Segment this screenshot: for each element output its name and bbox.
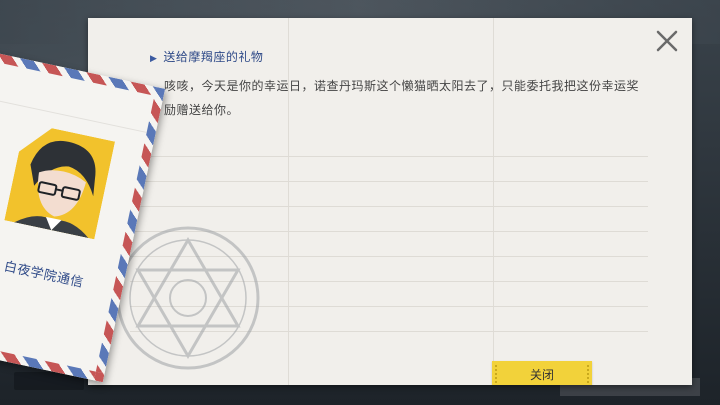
letter-paper: ▶ 送给摩羯座的礼物 咳咳，今天是你的幸运日，诺查丹玛斯这个懒猫晒太阳去了，只能委… xyxy=(88,18,692,385)
letter-subject: ▶ 送给摩羯座的礼物 xyxy=(150,48,263,65)
close-button[interactable]: 关闭 xyxy=(492,361,592,385)
close-icon[interactable] xyxy=(652,26,682,56)
letter-body: 咳咳，今天是你的幸运日，诺查丹玛斯这个懒猫晒太阳去了，只能委托我把这份幸运奖励赠… xyxy=(164,79,640,117)
subject-text: 送给摩羯座的礼物 xyxy=(163,50,264,64)
subject-marker-icon: ▶ xyxy=(150,54,158,64)
